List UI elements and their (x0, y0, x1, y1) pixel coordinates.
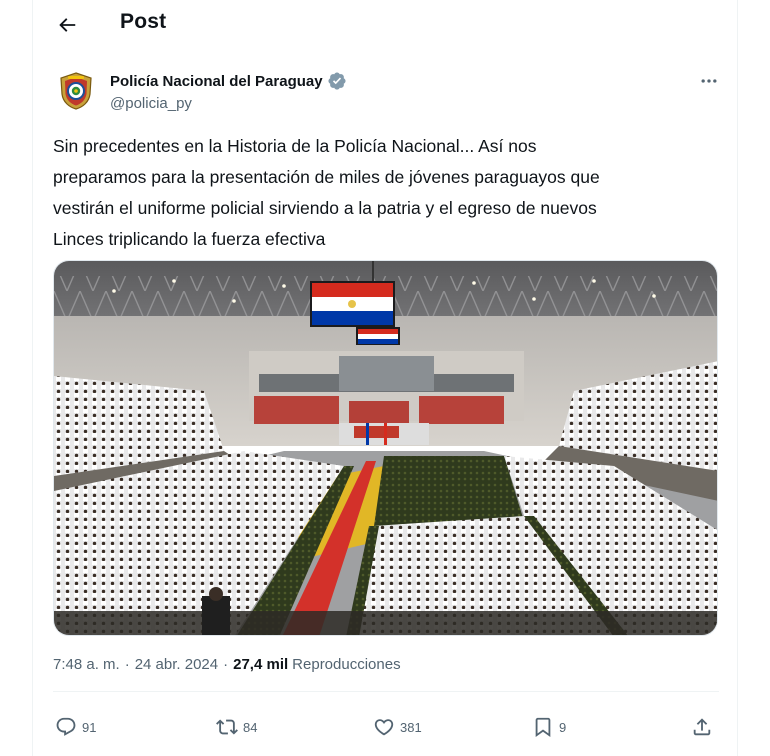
bookmark-icon (535, 717, 551, 738)
repost-count: 84 (243, 719, 258, 735)
avatar[interactable] (53, 68, 99, 114)
post-page: Post Policía Nacional del Paraguay @poli… (32, 0, 738, 756)
author-handle[interactable]: @policia_py (110, 95, 192, 112)
more-options-button[interactable] (695, 70, 723, 92)
bookmark-count: 9 (559, 719, 567, 735)
post-actions: 91 84 381 9 (53, 710, 719, 744)
divider (53, 691, 719, 692)
verified-badge-icon (328, 72, 346, 90)
post-author: Policía Nacional del Paraguay @policia_p… (53, 66, 723, 116)
back-button[interactable] (51, 9, 83, 41)
reply-button[interactable]: 91 (55, 710, 96, 744)
arrow-left-icon (59, 18, 76, 32)
like-count: 381 (400, 719, 422, 735)
views-count: 27,4 mil (233, 656, 289, 673)
arena-photo (54, 261, 717, 635)
retweet-icon (216, 719, 238, 735)
post-image[interactable] (53, 260, 718, 636)
more-horizontal-icon (701, 79, 717, 83)
page-title: Post (120, 10, 167, 33)
post-time[interactable]: 7:48 a. m. (53, 656, 120, 673)
author-name-row: Policía Nacional del Paraguay (110, 71, 347, 91)
meta-separator-2: · (223, 656, 229, 673)
views-label: Reproducciones (292, 656, 401, 673)
reply-count: 91 (82, 719, 97, 735)
repost-button[interactable]: 84 (216, 710, 257, 744)
share-button[interactable] (691, 710, 718, 744)
heart-icon (374, 719, 394, 736)
bookmark-button[interactable]: 9 (532, 710, 566, 744)
share-icon (693, 718, 711, 736)
author-display-name[interactable]: Policía Nacional del Paraguay (110, 73, 323, 90)
meta-separator: · (124, 656, 130, 673)
post-text: Sin precedentes en la Historia de la Pol… (53, 136, 600, 249)
police-emblem-icon (60, 72, 92, 110)
like-button[interactable]: 381 (373, 710, 422, 744)
post-date[interactable]: 24 abr. 2024 (135, 656, 218, 673)
post-meta: 7:48 a. m. · 24 abr. 2024 · 27,4 mil Rep… (53, 656, 401, 673)
reply-icon (56, 717, 76, 736)
page-header: Post (33, 0, 737, 50)
